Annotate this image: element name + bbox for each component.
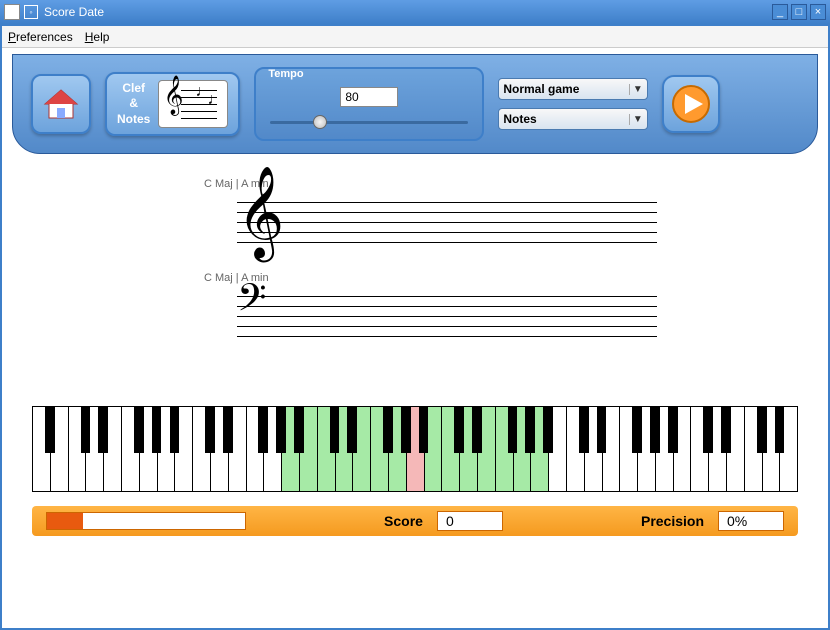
black-key[interactable] [650, 407, 660, 453]
white-key[interactable] [442, 407, 460, 491]
status-bar: Score 0 Precision 0% [32, 506, 798, 536]
precision-label: Precision [641, 513, 704, 529]
white-key[interactable] [620, 407, 638, 491]
black-key[interactable] [543, 407, 553, 453]
precision-value: 0% [718, 511, 784, 531]
treble-key-label: C Maj | A min [204, 178, 788, 190]
black-key[interactable] [170, 407, 180, 453]
white-key[interactable] [691, 407, 709, 491]
answer-type-select[interactable]: Notes▼ [498, 108, 648, 130]
black-key[interactable] [152, 407, 162, 453]
clef-notes-button[interactable]: Clef & Notes 𝄞 ♩ ♩ [105, 72, 240, 136]
piano-keyboard[interactable] [32, 406, 798, 492]
white-key[interactable] [496, 407, 514, 491]
minimize-button[interactable]: _ [772, 4, 788, 20]
window-menu-icon[interactable]: ◦ [24, 5, 38, 19]
black-key[interactable] [81, 407, 91, 453]
black-key[interactable] [668, 407, 678, 453]
tempo-panel: Tempo [254, 67, 484, 141]
white-key[interactable] [247, 407, 265, 491]
score-value: 0 [437, 511, 503, 531]
black-key[interactable] [258, 407, 268, 453]
white-key[interactable] [33, 407, 51, 491]
black-key[interactable] [98, 407, 108, 453]
toolbar: Clef & Notes 𝄞 ♩ ♩ Tempo Normal g [12, 54, 818, 154]
score-label: Score [384, 513, 423, 529]
black-key[interactable] [276, 407, 286, 453]
chevron-down-icon: ▼ [629, 84, 645, 95]
game-mode-select[interactable]: Normal game▼ [498, 78, 648, 100]
black-key[interactable] [223, 407, 233, 453]
bass-clef-icon: 𝄢 [237, 276, 267, 331]
chevron-down-icon: ▼ [629, 114, 645, 125]
progress-bar [46, 512, 246, 530]
black-key[interactable] [419, 407, 429, 453]
black-key[interactable] [721, 407, 731, 453]
progress-fill [47, 513, 83, 529]
black-key[interactable] [597, 407, 607, 453]
white-key[interactable] [371, 407, 389, 491]
white-key[interactable] [318, 407, 336, 491]
black-key[interactable] [757, 407, 767, 453]
treble-clef-icon: 𝄞 [237, 168, 284, 259]
home-icon [41, 84, 81, 124]
white-key[interactable] [122, 407, 140, 491]
black-key[interactable] [401, 407, 411, 453]
black-key[interactable] [508, 407, 518, 453]
play-icon [671, 84, 711, 124]
menubar: Preferences Help [2, 26, 828, 48]
black-key[interactable] [294, 407, 304, 453]
black-key[interactable] [472, 407, 482, 453]
app-icon: ♪ [4, 4, 20, 20]
menu-help[interactable]: Help [85, 30, 110, 44]
maximize-button[interactable]: □ [791, 4, 807, 20]
bass-staff: 𝄢 [42, 286, 657, 346]
window-title: Score Date [44, 5, 769, 19]
tempo-slider[interactable] [270, 115, 468, 129]
home-button[interactable] [31, 74, 91, 134]
black-key[interactable] [703, 407, 713, 453]
clef-preview: 𝄞 ♩ ♩ [158, 80, 228, 128]
white-key[interactable] [193, 407, 211, 491]
black-key[interactable] [579, 407, 589, 453]
score-area: C Maj | A min 𝄞 C Maj | A min 𝄢 [2, 154, 828, 346]
menu-preferences[interactable]: Preferences [8, 30, 73, 44]
black-key[interactable] [134, 407, 144, 453]
black-key[interactable] [454, 407, 464, 453]
black-key[interactable] [45, 407, 55, 453]
white-key[interactable] [567, 407, 585, 491]
tempo-input[interactable] [340, 87, 398, 107]
black-key[interactable] [347, 407, 357, 453]
play-button[interactable] [662, 75, 720, 133]
white-key[interactable] [745, 407, 763, 491]
black-key[interactable] [205, 407, 215, 453]
bass-key-label: C Maj | A min [204, 272, 788, 284]
clef-label: Clef & Notes [117, 81, 150, 128]
black-key[interactable] [525, 407, 535, 453]
black-key[interactable] [383, 407, 393, 453]
black-key[interactable] [330, 407, 340, 453]
close-button[interactable]: × [810, 4, 826, 20]
tempo-label: Tempo [268, 68, 303, 80]
tempo-slider-thumb[interactable] [313, 115, 327, 129]
white-key[interactable] [69, 407, 87, 491]
black-key[interactable] [775, 407, 785, 453]
treble-staff: 𝄞 [42, 192, 657, 252]
black-key[interactable] [632, 407, 642, 453]
titlebar: ♪ ◦ Score Date _ □ × [0, 0, 830, 24]
